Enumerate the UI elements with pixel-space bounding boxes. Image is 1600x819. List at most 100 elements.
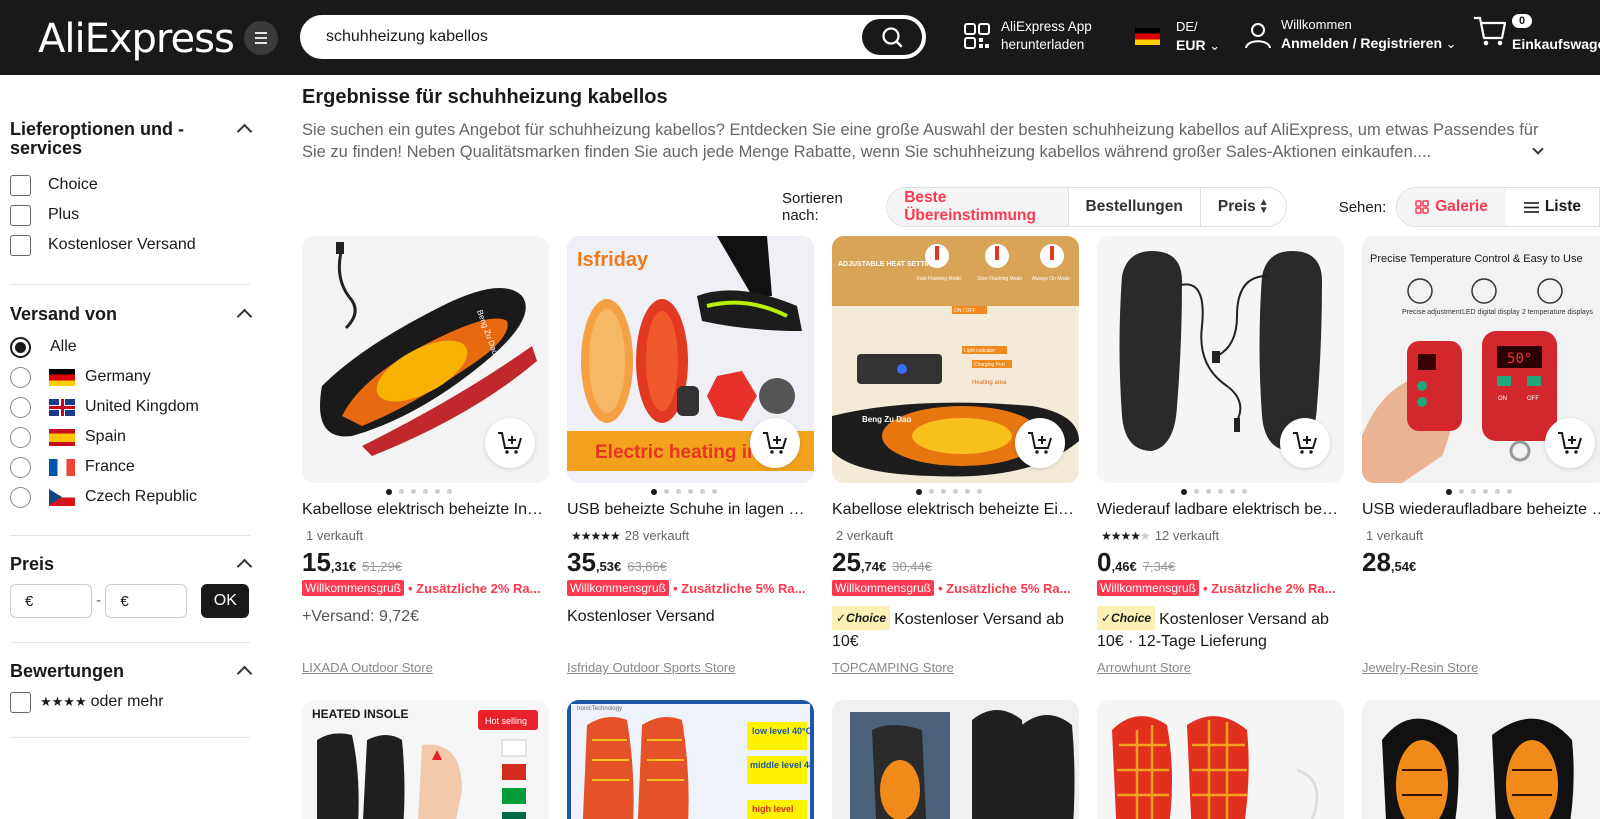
app-download-link[interactable]: AliExpress App herunterladen (963, 18, 1092, 54)
account-menu[interactable]: Willkommen Anmelden / Registrieren ⌄ (1243, 16, 1457, 53)
radio-button[interactable] (10, 486, 31, 508)
feature-2: LED digital display (1462, 309, 1520, 316)
ship-from-spain[interactable]: Spain (10, 422, 250, 452)
choice-badge: ✓Choice (832, 606, 891, 630)
cart-count-badge: 0 (1512, 14, 1533, 28)
spain-flag-icon (49, 428, 75, 446)
product-title[interactable]: Kabellose elektrisch beheizte Inne... (302, 501, 549, 519)
language-currency-selector[interactable]: DE/EUR ⌄ (1135, 18, 1220, 55)
top-header: AliExpress AliExpress App herunterladen D… (0, 0, 1600, 75)
add-to-cart-button[interactable] (750, 418, 800, 468)
banner-text: Electric heating in (595, 442, 759, 463)
filter-heading[interactable]: Lieferoptionen und -services (10, 119, 253, 158)
add-to-cart-icon (1028, 432, 1052, 454)
radio-button[interactable] (10, 366, 31, 388)
feature-3: 2 temperature displays (1522, 309, 1593, 316)
sort-price[interactable]: Preis ▲ ▼ (1199, 188, 1286, 226)
display-value: 50° (1507, 351, 1532, 367)
add-to-cart-button[interactable] (1015, 418, 1065, 468)
view-list[interactable]: Liste (1506, 188, 1599, 226)
filter-option-choice[interactable]: Choice (10, 170, 250, 200)
aliexpress-logo[interactable]: AliExpress (38, 16, 235, 62)
view-gallery[interactable]: Galerie (1397, 188, 1506, 226)
menu-button[interactable] (244, 21, 278, 55)
welcome-deal-badge: Willkommensgruß (832, 580, 935, 596)
original-price: 7,34€ (1142, 559, 1176, 574)
filter-title: Lieferoptionen und -services (10, 119, 184, 158)
ship-from-france[interactable]: France (10, 452, 250, 482)
checkbox[interactable] (10, 204, 31, 226)
store-link[interactable]: TOPCAMPING Store (832, 660, 954, 675)
filter-heading[interactable]: Versand von (10, 304, 253, 325)
option-label: oder mehr (90, 693, 164, 710)
ship-from-germany[interactable]: Germany (10, 362, 250, 392)
checkbox[interactable] (10, 234, 31, 256)
promo-row: Willkommensgruß • Zusätzliche 2% Ra... (302, 580, 549, 596)
add-to-cart-button[interactable] (485, 418, 535, 468)
image-carousel-dots (1181, 488, 1247, 495)
product-rating-sold: ★★★★★ 28 verkauft (571, 528, 689, 543)
search-bar (300, 15, 926, 59)
checkbox[interactable] (10, 691, 31, 713)
filter-heading[interactable]: Bewertungen (10, 662, 253, 682)
image-carousel-dots (1446, 488, 1512, 495)
store-link[interactable]: LIXADA Outdoor Store (302, 660, 433, 675)
view-gallery-label: Galerie (1435, 198, 1488, 215)
filter-option-free-shipping[interactable]: Kostenloser Versand (10, 230, 250, 260)
option-label: Germany (85, 368, 151, 385)
lang-code: DE/ (1176, 19, 1198, 34)
product-title[interactable]: USB beheizte Schuhe in lagen Füß... (567, 501, 814, 519)
snow-boots-insole-image (850, 710, 1075, 819)
sold-text: 28 verkauft (624, 528, 690, 543)
ship-from-uk[interactable]: United Kingdom (10, 392, 250, 422)
filter-title: Versand von (10, 304, 118, 324)
cart-button[interactable]: 0 Einkaufswagen (1472, 14, 1600, 53)
product-title[interactable]: Wiederauf ladbare elektrisch beh... (1097, 501, 1344, 519)
add-to-cart-button[interactable] (1280, 418, 1330, 468)
radio-button[interactable] (10, 396, 31, 418)
filter-rating-4-plus[interactable]: ★★★★ oder mehr (10, 687, 250, 717)
filter-option-plus[interactable]: Plus (10, 200, 250, 230)
price-integer: 25 (832, 547, 861, 577)
radio-button[interactable] (10, 456, 31, 478)
sort-orders[interactable]: Bestellungen (1067, 188, 1200, 226)
radio-button[interactable] (10, 336, 31, 358)
search-input[interactable] (326, 26, 846, 48)
chevron-up-icon[interactable] (236, 308, 253, 325)
checkbox[interactable] (10, 174, 31, 196)
chevron-up-icon[interactable] (236, 558, 253, 575)
sort-best-match[interactable]: Beste Übereinstimmung (887, 188, 1068, 226)
product-title[interactable]: Kabellose elektrisch beheizte Einl... (832, 501, 1079, 519)
ship-from-all[interactable]: Alle (10, 332, 250, 362)
price-max-input[interactable]: € (105, 584, 188, 618)
store-link[interactable]: Isfriday Outdoor Sports Store (567, 660, 735, 675)
price-ok-button[interactable]: OK (201, 584, 250, 618)
czech-flag-icon (49, 488, 75, 506)
results-title: Ergebnisse für schuhheizung kabellos (302, 86, 668, 108)
signin-register-link[interactable]: Anmelden / Registrieren (1281, 35, 1442, 51)
chevron-up-icon[interactable] (236, 665, 253, 682)
store-link[interactable]: Jewelry-Resin Store (1362, 660, 1478, 675)
high-level-label: high level (752, 804, 794, 814)
app-line-1: AliExpress App (1001, 19, 1092, 34)
add-to-cart-button[interactable] (1545, 418, 1595, 468)
original-price: 63,86€ (627, 559, 667, 574)
search-button[interactable] (862, 19, 922, 55)
product-card-partial[interactable] (832, 700, 1079, 819)
store-link[interactable]: Arrowhunt Store (1097, 660, 1191, 675)
product-card-partial[interactable] (1097, 700, 1344, 819)
product-title[interactable]: USB wiederaufladbare beheizte S... (1362, 501, 1600, 519)
product-price: 35,53€ 63,86€ (567, 547, 667, 578)
product-card-partial[interactable]: HEATED INSOLE Hot selling (302, 700, 549, 819)
radio-button[interactable] (10, 426, 31, 448)
price-min-input[interactable]: € (10, 584, 92, 618)
promo-row: Willkommensgruß • Zusätzliche 2% Ra... (1097, 580, 1344, 596)
ship-from-czech[interactable]: Czech Republic (10, 482, 250, 512)
heated-insole-levels-image: tronicTechnology low level 40°C - 50°C m… (571, 704, 814, 819)
product-card-partial[interactable] (1362, 700, 1600, 819)
chevron-up-icon[interactable] (236, 123, 253, 140)
promo-row: Willkommensgruß • Zusätzliche 5% Ra... (832, 580, 1079, 596)
filter-heading[interactable]: Preis (10, 555, 253, 575)
product-card-partial[interactable]: tronicTechnology low level 40°C - 50°C m… (567, 700, 814, 819)
original-price: 30,44€ (892, 559, 932, 574)
